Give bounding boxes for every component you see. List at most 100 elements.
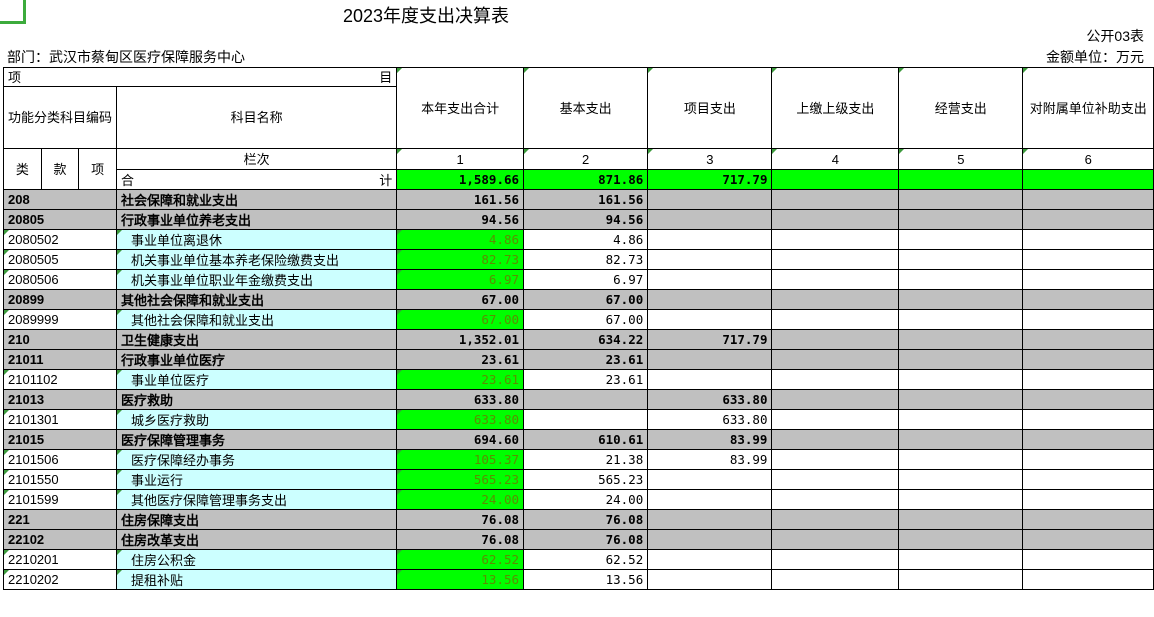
row-code[interactable]: 210 [2, 329, 118, 350]
row-name[interactable]: 事业单位离退休 [116, 229, 398, 250]
row-value-col-6[interactable] [1022, 529, 1154, 550]
row-code[interactable]: 2210201 [2, 549, 118, 570]
row-value-col-2[interactable]: 634.22 [523, 329, 649, 350]
row-name[interactable]: 医疗救助 [116, 389, 398, 410]
row-value-col-1[interactable]: 633.80 [396, 409, 525, 430]
row-code[interactable]: 208 [2, 189, 118, 210]
row-value-col-6[interactable] [1022, 209, 1154, 230]
row-value-col-1[interactable]: 82.73 [396, 249, 525, 270]
row-value-col-2[interactable]: 76.08 [523, 509, 649, 530]
row-value-col-3[interactable] [647, 489, 773, 510]
row-value-col-6[interactable] [1022, 309, 1154, 330]
row-value-col-3[interactable] [647, 349, 773, 370]
row-value-col-5[interactable] [898, 269, 1024, 290]
row-value-col-5[interactable] [898, 369, 1024, 390]
row-value-col-4[interactable] [771, 249, 900, 270]
row-code[interactable]: 2101301 [2, 409, 118, 430]
row-name[interactable]: 卫生健康支出 [116, 329, 398, 350]
row-value-col-3[interactable] [647, 549, 773, 570]
row-value-col-4[interactable] [771, 449, 900, 470]
col-num-5[interactable]: 5 [898, 148, 1024, 170]
row-value-col-1[interactable]: 94.56 [396, 209, 525, 230]
row-value-col-3[interactable] [647, 249, 773, 270]
row-value-col-3[interactable] [647, 229, 773, 250]
row-value-col-1[interactable]: 67.00 [396, 289, 525, 310]
row-code[interactable]: 2101599 [2, 489, 118, 510]
row-name[interactable]: 行政事业单位养老支出 [116, 209, 398, 230]
row-code[interactable]: 2089999 [2, 309, 118, 330]
row-value-col-5[interactable] [898, 429, 1024, 450]
row-value-col-5[interactable] [898, 349, 1024, 370]
row-value-col-4[interactable] [771, 229, 900, 250]
row-value-col-4[interactable] [771, 369, 900, 390]
row-value-col-2[interactable]: 6.97 [523, 269, 649, 290]
row-value-col-6[interactable] [1022, 429, 1154, 450]
row-name[interactable]: 其他社会保障和就业支出 [116, 289, 398, 310]
row-value-col-5[interactable] [898, 569, 1024, 590]
row-value-col-1[interactable]: 105.37 [396, 449, 525, 470]
row-value-col-1[interactable]: 6.97 [396, 269, 525, 290]
row-value-col-3[interactable] [647, 209, 773, 230]
row-value-col-1[interactable]: 4.86 [396, 229, 525, 250]
row-value-col-4[interactable] [771, 269, 900, 290]
row-value-col-4[interactable] [771, 489, 900, 510]
row-name[interactable]: 社会保障和就业支出 [116, 189, 398, 210]
row-value-col-3[interactable]: 633.80 [647, 389, 773, 410]
row-code[interactable]: 21011 [2, 349, 118, 370]
row-value-col-4[interactable] [771, 549, 900, 570]
row-value-col-2[interactable]: 21.38 [523, 449, 649, 470]
row-value-col-6[interactable] [1022, 369, 1154, 390]
total-value-3[interactable]: 717.79 [647, 169, 773, 190]
row-name[interactable]: 住房改革支出 [116, 529, 398, 550]
row-value-col-4[interactable] [771, 389, 900, 410]
row-value-col-5[interactable] [898, 289, 1024, 310]
row-value-col-3[interactable] [647, 529, 773, 550]
row-value-col-3[interactable] [647, 289, 773, 310]
row-name[interactable]: 事业运行 [116, 469, 398, 490]
row-value-col-4[interactable] [771, 509, 900, 530]
row-value-col-6[interactable] [1022, 349, 1154, 370]
row-code[interactable]: 2080502 [2, 229, 118, 250]
row-value-col-5[interactable] [898, 549, 1024, 570]
row-name[interactable]: 其他社会保障和就业支出 [116, 309, 398, 330]
row-value-col-2[interactable]: 13.56 [523, 569, 649, 590]
row-value-col-3[interactable] [647, 269, 773, 290]
row-value-col-2[interactable]: 67.00 [523, 289, 649, 310]
row-value-col-5[interactable] [898, 389, 1024, 410]
row-value-col-3[interactable] [647, 569, 773, 590]
row-value-col-6[interactable] [1022, 469, 1154, 490]
row-value-col-6[interactable] [1022, 229, 1154, 250]
row-code[interactable]: 2101102 [2, 369, 118, 390]
row-code[interactable]: 2210202 [2, 569, 118, 590]
row-value-col-1[interactable]: 23.61 [396, 349, 525, 370]
subject-name-header[interactable]: 科目名称 [116, 86, 398, 149]
row-value-col-3[interactable] [647, 189, 773, 210]
row-value-col-5[interactable] [898, 469, 1024, 490]
row-value-col-6[interactable] [1022, 269, 1154, 290]
row-value-col-5[interactable] [898, 489, 1024, 510]
col-num-2[interactable]: 2 [523, 148, 649, 170]
col-header-1[interactable]: 本年支出合计 [396, 67, 525, 149]
row-value-col-1[interactable]: 76.08 [396, 529, 525, 550]
row-value-col-3[interactable]: 633.80 [647, 409, 773, 430]
row-value-col-6[interactable] [1022, 389, 1154, 410]
row-value-col-2[interactable]: 24.00 [523, 489, 649, 510]
total-value-4[interactable] [771, 169, 900, 190]
total-label-cell[interactable]: 合计 [116, 169, 398, 190]
row-value-col-1[interactable]: 161.56 [396, 189, 525, 210]
row-value-col-2[interactable]: 4.86 [523, 229, 649, 250]
row-name[interactable]: 行政事业单位医疗 [116, 349, 398, 370]
row-value-col-2[interactable] [523, 409, 649, 430]
row-value-col-2[interactable]: 67.00 [523, 309, 649, 330]
row-code[interactable]: 2080506 [2, 269, 118, 290]
row-value-col-6[interactable] [1022, 249, 1154, 270]
row-value-col-5[interactable] [898, 329, 1024, 350]
row-name[interactable]: 机关事业单位职业年金缴费支出 [116, 269, 398, 290]
kuan-header[interactable]: 款 [40, 148, 80, 190]
row-value-col-2[interactable]: 94.56 [523, 209, 649, 230]
row-value-col-5[interactable] [898, 529, 1024, 550]
row-value-col-2[interactable]: 610.61 [523, 429, 649, 450]
row-code[interactable]: 2101550 [2, 469, 118, 490]
row-value-col-2[interactable]: 161.56 [523, 189, 649, 210]
row-value-col-1[interactable]: 23.61 [396, 369, 525, 390]
